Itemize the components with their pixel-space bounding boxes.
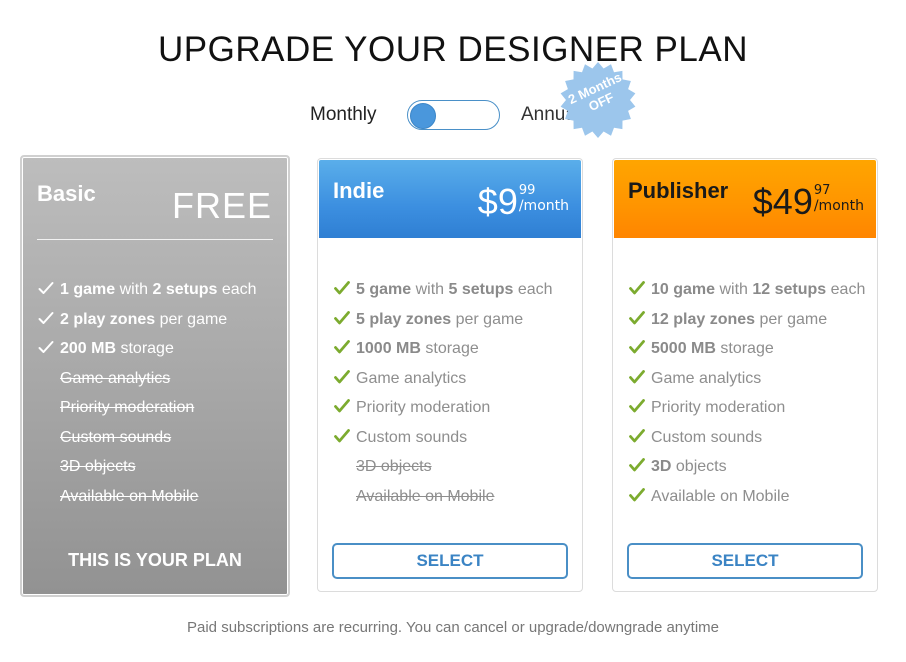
feature-text: 1000 MB storage	[356, 340, 479, 357]
feature-text: 200 MB storage	[60, 340, 174, 357]
checkmark-icon	[629, 487, 645, 501]
page-title: UPGRADE YOUR DESIGNER PLAN	[158, 30, 748, 69]
price-amount: 49	[772, 181, 813, 222]
feature-text: Game analytics	[60, 369, 171, 387]
feature-item: Game analytics	[36, 368, 278, 389]
feature-item: Available on Mobile	[627, 486, 867, 507]
feature-item: 5 play zones per game	[332, 309, 572, 330]
checkmark-icon	[629, 340, 645, 354]
feature-list: 5 game with 5 setups each 5 play zones pe…	[332, 279, 572, 515]
feature-text: 12 play zones per game	[651, 310, 828, 328]
feature-item: 3D objects	[627, 456, 867, 477]
feature-text: 2 play zones per game	[60, 310, 228, 328]
feature-text: Available on Mobile	[356, 487, 495, 505]
feature-text: Priority moderation	[356, 399, 491, 416]
feature-item: Available on Mobile	[332, 486, 572, 507]
feature-text: Custom sounds	[60, 428, 172, 446]
feature-text: 10 game with 12 setups each	[651, 281, 866, 298]
plan-price: FREE	[171, 185, 272, 226]
select-indie-button[interactable]: SELECT	[332, 543, 568, 579]
feature-item: Priority moderation	[627, 397, 867, 418]
price-currency: $	[477, 181, 498, 222]
feature-item: Custom sounds	[627, 427, 867, 448]
feature-item: Priority moderation	[36, 397, 278, 418]
checkmark-icon	[38, 282, 54, 294]
plan-card-basic: Basic FREE 1 game with 2 setups each 2 pl…	[20, 155, 290, 597]
feature-list: 10 game with 12 setups each 12 play zones…	[627, 279, 867, 515]
price-period: /month	[518, 198, 569, 214]
feature-item: Game analytics	[627, 368, 867, 389]
feature-text: Custom sounds	[356, 428, 468, 446]
checkmark-icon	[629, 428, 645, 442]
checkmark-icon	[38, 341, 54, 353]
checkmark-icon	[334, 281, 350, 295]
feature-item: 5 game with 5 setups each	[332, 279, 572, 300]
feature-text: 5 play zones per game	[356, 310, 524, 328]
feature-item: 200 MB storage	[36, 338, 278, 359]
feature-item: Priority moderation	[332, 397, 572, 418]
checkmark-icon	[38, 311, 54, 324]
current-plan-label: THIS IS YOUR PLAN	[68, 550, 242, 570]
checkmark-icon	[334, 369, 350, 383]
feature-text: 3D objects	[60, 458, 136, 475]
plan-card-indie: Indie $9 99/month 5 game with 5 setups ea…	[317, 158, 583, 592]
price-cents: 99	[518, 183, 536, 198]
plan-header: Publisher $49 97/month	[614, 160, 876, 238]
price-amount: 9	[497, 181, 518, 222]
price-currency: $	[752, 181, 773, 222]
feature-text: Priority moderation	[651, 399, 786, 416]
feature-item: 3D objects	[36, 456, 278, 477]
feature-item: Custom sounds	[332, 427, 572, 448]
checkmark-icon	[629, 399, 645, 413]
plan-name: Indie	[333, 178, 385, 203]
feature-item: Custom sounds	[36, 427, 278, 448]
checkmark-icon	[629, 281, 645, 295]
feature-text: 5000 MB storage	[651, 340, 774, 357]
feature-text: Available on Mobile	[651, 487, 790, 505]
plan-price: $9 99/month	[478, 180, 569, 230]
checkmark-icon	[334, 428, 350, 442]
feature-text: Custom sounds	[651, 428, 763, 446]
checkmark-icon	[629, 458, 645, 472]
price-period: /month	[813, 198, 864, 214]
price-cents: 97	[813, 183, 831, 198]
discount-badge: 2 Months OFF	[558, 60, 638, 140]
plan-name: Publisher	[628, 178, 729, 203]
plan-card-publisher: Publisher $49 97/month 10 game with 12 se…	[612, 158, 878, 592]
feature-text: 5 game with 5 setups each	[356, 281, 553, 298]
feature-list: 1 game with 2 setups each 2 play zones pe…	[36, 279, 278, 515]
feature-text: Priority moderation	[60, 399, 195, 416]
recurring-notice: Paid subscriptions are recurring. You ca…	[187, 619, 719, 636]
feature-text: Game analytics	[651, 369, 762, 387]
feature-text: 3D objects	[651, 458, 727, 475]
checkmark-icon	[334, 399, 350, 413]
feature-item: 1000 MB storage	[332, 338, 572, 359]
feature-text: Available on Mobile	[60, 487, 199, 505]
feature-text: 3D objects	[356, 458, 432, 475]
feature-item: 1 game with 2 setups each	[36, 279, 278, 300]
billing-period-switch[interactable]	[407, 100, 500, 130]
plan-name: Basic	[37, 181, 96, 206]
plan-price: $49 97/month	[753, 180, 864, 230]
feature-item: 3D objects	[332, 456, 572, 477]
select-publisher-button[interactable]: SELECT	[627, 543, 863, 579]
feature-text: Game analytics	[356, 369, 467, 387]
checkmark-icon	[334, 340, 350, 354]
feature-item: Game analytics	[332, 368, 572, 389]
checkmark-icon	[334, 310, 350, 324]
checkmark-icon	[629, 310, 645, 324]
switch-knob[interactable]	[410, 103, 436, 129]
checkmark-icon	[629, 369, 645, 383]
divider	[37, 239, 273, 240]
billing-period-toggle-row: Monthly Annual	[0, 98, 906, 132]
feature-text: 1 game with 2 setups each	[60, 281, 257, 298]
feature-item: 5000 MB storage	[627, 338, 867, 359]
feature-item: Available on Mobile	[36, 486, 278, 507]
plan-header: Indie $9 99/month	[319, 160, 581, 238]
feature-item: 12 play zones per game	[627, 309, 867, 330]
monthly-label[interactable]: Monthly	[310, 104, 377, 126]
feature-item: 2 play zones per game	[36, 309, 278, 330]
feature-item: 10 game with 12 setups each	[627, 279, 867, 300]
